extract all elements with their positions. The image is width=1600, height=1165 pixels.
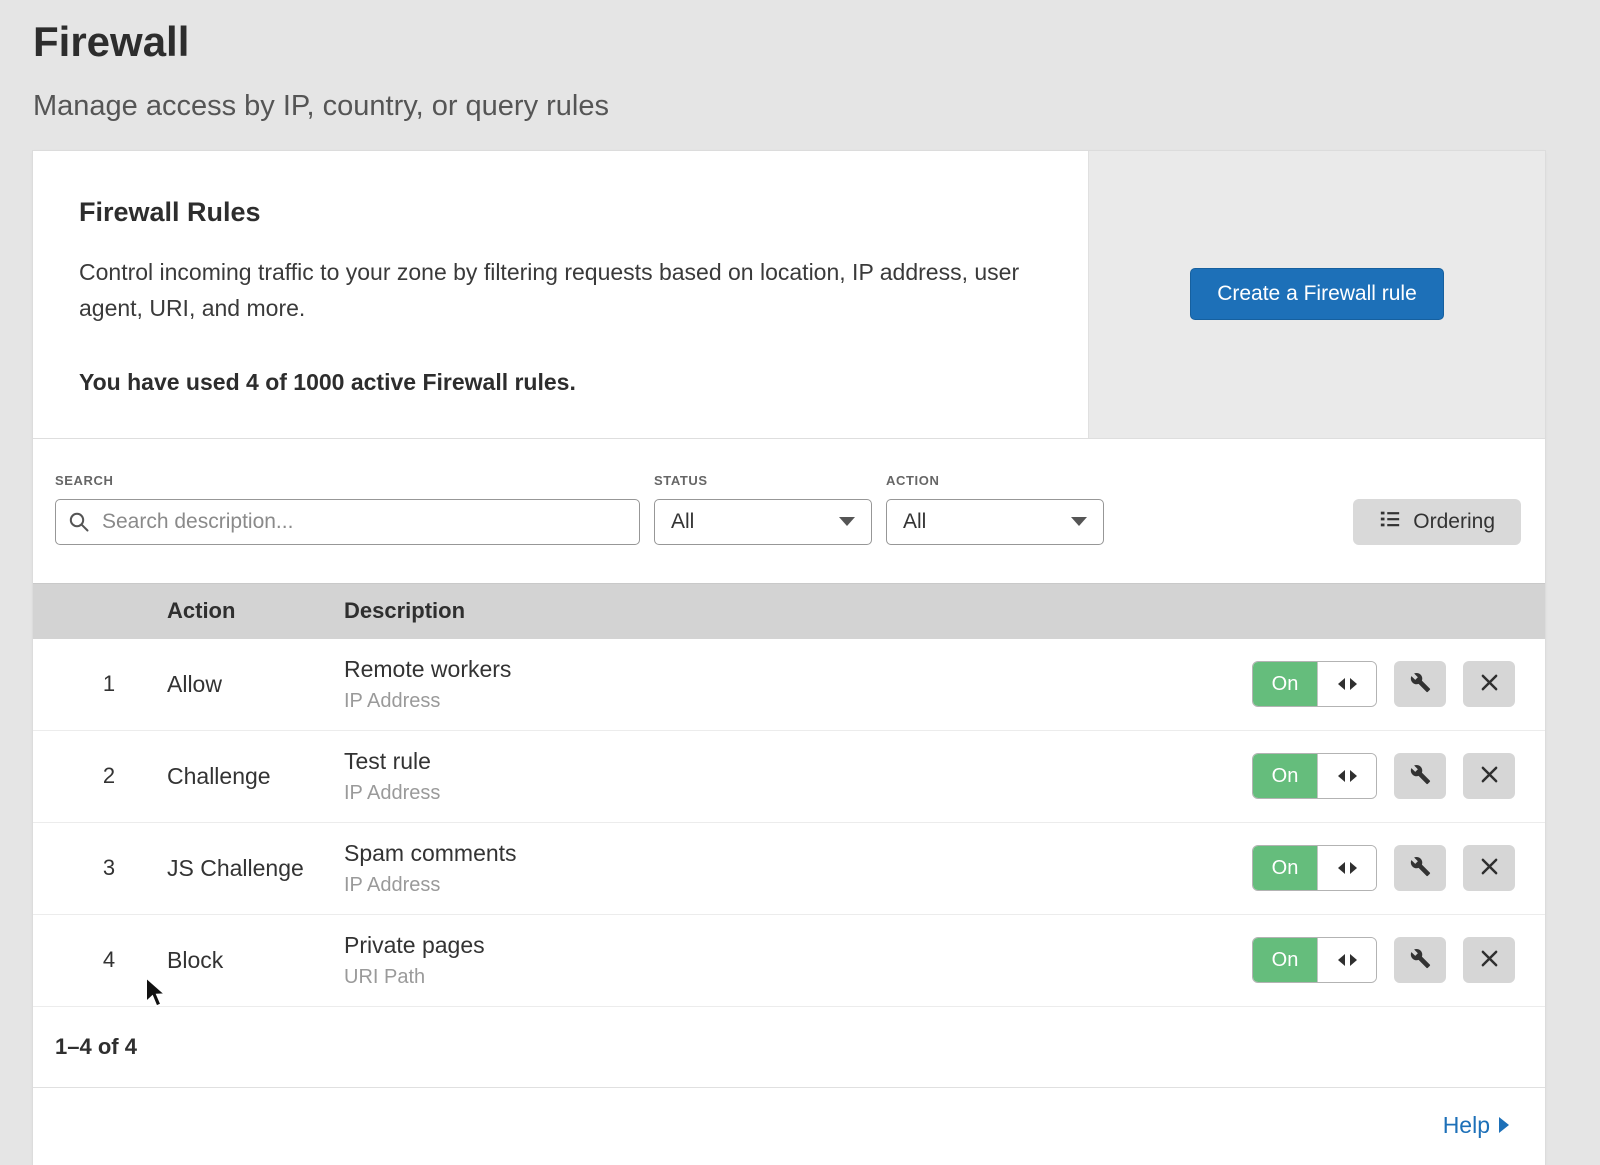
chevron-down-icon	[1071, 517, 1087, 526]
page-subtitle: Manage access by IP, country, or query r…	[33, 90, 1545, 123]
filters-bar: SEARCH STATUS All ACTION All	[33, 439, 1545, 583]
arrow-right-icon	[1499, 1117, 1509, 1133]
toggle-handle-icon	[1317, 938, 1376, 982]
status-label: STATUS	[654, 473, 872, 488]
rule-description: Spam comments	[344, 840, 1225, 867]
status-select-value: All	[671, 510, 694, 534]
action-filter-group: ACTION All	[886, 473, 1104, 545]
rule-description: Remote workers	[344, 656, 1225, 683]
intro-text-block: Firewall Rules Control incoming traffic …	[33, 151, 1088, 438]
table-header: Action Description	[33, 583, 1545, 639]
help-link-label: Help	[1443, 1112, 1490, 1139]
rule-description-cell: Spam comments IP Address	[344, 840, 1225, 897]
create-firewall-rule-button[interactable]: Create a Firewall rule	[1190, 268, 1444, 320]
delete-rule-button[interactable]	[1463, 661, 1515, 707]
column-header-description: Description	[344, 598, 1225, 624]
wrench-icon	[1410, 948, 1431, 972]
card-footer: Help	[33, 1087, 1545, 1165]
search-input-wrap	[55, 499, 640, 545]
action-select-value: All	[903, 510, 926, 534]
rule-controls: On	[1225, 661, 1545, 707]
rule-number: 1	[33, 671, 167, 697]
rule-action: Allow	[167, 671, 344, 698]
rule-match-type: IP Address	[344, 690, 1225, 713]
ordered-list-icon	[1379, 508, 1401, 536]
rule-description-cell: Remote workers IP Address	[344, 656, 1225, 713]
toggle-handle-icon	[1317, 662, 1376, 706]
rule-match-type: IP Address	[344, 782, 1225, 805]
wrench-icon	[1410, 764, 1431, 788]
table-row: 1 Allow Remote workers IP Address On	[33, 639, 1545, 731]
close-icon	[1480, 857, 1499, 879]
search-input[interactable]	[55, 499, 640, 545]
rule-action: Block	[167, 947, 344, 974]
rule-controls: On	[1225, 845, 1545, 891]
rule-description-cell: Test rule IP Address	[344, 748, 1225, 805]
toggle-on-label: On	[1253, 754, 1317, 798]
firewall-page: Firewall Manage access by IP, country, o…	[0, 0, 1600, 1165]
rule-action: JS Challenge	[167, 855, 344, 882]
help-link[interactable]: Help	[1443, 1112, 1509, 1139]
search-icon	[68, 511, 90, 538]
status-filter-group: STATUS All	[654, 473, 872, 545]
card-intro-section: Firewall Rules Control incoming traffic …	[33, 151, 1545, 439]
toggle-on-label: On	[1253, 846, 1317, 890]
action-select[interactable]: All	[886, 499, 1104, 545]
rule-number: 3	[33, 855, 167, 881]
rule-enabled-toggle[interactable]: On	[1252, 937, 1377, 983]
section-heading: Firewall Rules	[79, 197, 1028, 228]
toggle-on-label: On	[1253, 662, 1317, 706]
rule-match-type: IP Address	[344, 874, 1225, 897]
rule-description-cell: Private pages URI Path	[344, 932, 1225, 989]
rule-match-type: URI Path	[344, 966, 1225, 989]
rule-description: Test rule	[344, 748, 1225, 775]
table-row: 2 Challenge Test rule IP Address On	[33, 731, 1545, 823]
status-select[interactable]: All	[654, 499, 872, 545]
delete-rule-button[interactable]	[1463, 937, 1515, 983]
toggle-handle-icon	[1317, 846, 1376, 890]
rule-controls: On	[1225, 937, 1545, 983]
toggle-on-label: On	[1253, 938, 1317, 982]
edit-rule-button[interactable]	[1394, 845, 1446, 891]
search-label: SEARCH	[55, 473, 640, 488]
edit-rule-button[interactable]	[1394, 937, 1446, 983]
search-filter-group: SEARCH	[55, 473, 640, 545]
close-icon	[1480, 765, 1499, 787]
section-description: Control incoming traffic to your zone by…	[79, 254, 1028, 327]
table-row: 4 Block Private pages URI Path On	[33, 915, 1545, 1007]
column-header-action: Action	[167, 598, 344, 624]
toggle-handle-icon	[1317, 754, 1376, 798]
firewall-rules-card: Firewall Rules Control incoming traffic …	[33, 151, 1545, 1165]
delete-rule-button[interactable]	[1463, 753, 1515, 799]
wrench-icon	[1410, 856, 1431, 880]
rule-enabled-toggle[interactable]: On	[1252, 753, 1377, 799]
chevron-down-icon	[839, 517, 855, 526]
ordering-button[interactable]: Ordering	[1353, 499, 1521, 545]
close-icon	[1480, 673, 1499, 695]
edit-rule-button[interactable]	[1394, 753, 1446, 799]
rule-action: Challenge	[167, 763, 344, 790]
action-label: ACTION	[886, 473, 1104, 488]
rule-enabled-toggle[interactable]: On	[1252, 661, 1377, 707]
table-row: 3 JS Challenge Spam comments IP Address …	[33, 823, 1545, 915]
rule-number: 4	[33, 947, 167, 973]
delete-rule-button[interactable]	[1463, 845, 1515, 891]
edit-rule-button[interactable]	[1394, 661, 1446, 707]
page-title: Firewall	[33, 18, 1545, 66]
usage-summary: You have used 4 of 1000 active Firewall …	[79, 369, 1028, 396]
wrench-icon	[1410, 672, 1431, 696]
rule-controls: On	[1225, 753, 1545, 799]
rule-enabled-toggle[interactable]: On	[1252, 845, 1377, 891]
pagination-summary: 1–4 of 4	[33, 1007, 1545, 1087]
rule-description: Private pages	[344, 932, 1225, 959]
close-icon	[1480, 949, 1499, 971]
cta-panel: Create a Firewall rule	[1088, 151, 1545, 438]
ordering-button-label: Ordering	[1413, 510, 1495, 534]
rule-number: 2	[33, 763, 167, 789]
